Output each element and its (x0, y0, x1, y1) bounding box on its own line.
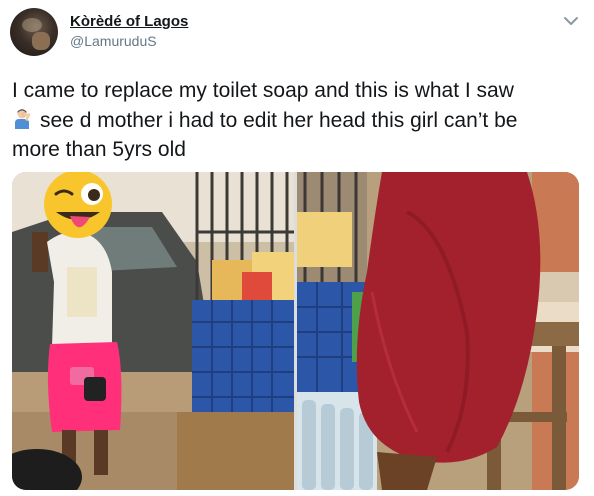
photo-left-image (12, 172, 294, 490)
chevron-down-icon[interactable] (562, 12, 580, 30)
display-name[interactable]: Kòrèdé of Lagos (70, 13, 188, 30)
tweet-line-1: I came to replace my toilet soap and thi… (12, 79, 514, 102)
user-handle[interactable]: @LamuruduS (70, 33, 157, 49)
tweet-line-3: more than 5yrs old (12, 138, 186, 161)
facepalm-icon (15, 108, 31, 129)
photo-left[interactable] (12, 172, 294, 490)
avatar[interactable] (10, 8, 58, 56)
tweet-card: Kòrèdé of Lagos @LamuruduS I came to rep… (0, 0, 594, 496)
winking-tongue-emoji (44, 172, 112, 238)
tweet-text: I came to replace my toilet soap and thi… (12, 76, 584, 165)
photo-right[interactable] (297, 172, 579, 490)
photo-right-image (297, 172, 579, 490)
tweet-line-2: see d mother i had to edit her head this… (12, 106, 584, 136)
media-grid (12, 172, 579, 490)
tweet-line-2-text: see d mother i had to edit her head this… (40, 108, 518, 132)
